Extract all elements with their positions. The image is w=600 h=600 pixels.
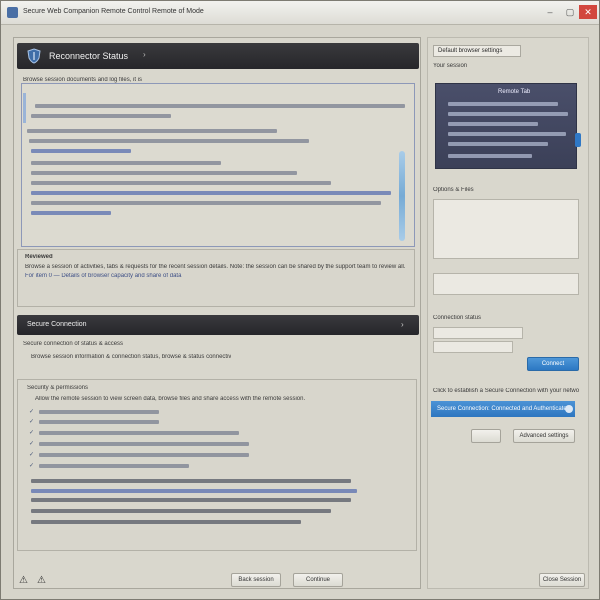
note-link[interactable]: For item 0 — Details of browser capacity… xyxy=(25,273,275,279)
preview-line xyxy=(448,154,532,158)
info-icon xyxy=(565,405,573,413)
close-button[interactable]: ✕ xyxy=(579,5,597,19)
text-line xyxy=(31,201,381,205)
chevron-right-icon: › xyxy=(143,50,146,59)
connect-button[interactable]: Connect xyxy=(527,357,579,371)
window-title: Secure Web Companion Remote Control Remo… xyxy=(23,8,204,15)
checkbox-icon[interactable]: ✓ xyxy=(29,451,34,458)
text-line xyxy=(31,498,351,502)
text-line xyxy=(27,129,277,133)
alert-icon: ⚠ xyxy=(37,575,46,586)
checkbox-icon[interactable]: ✓ xyxy=(29,462,34,469)
permissions-desc: Allow the remote session to view screen … xyxy=(35,396,306,402)
link-line[interactable] xyxy=(31,149,131,153)
option-line xyxy=(39,431,239,435)
checkbox-icon[interactable]: ✓ xyxy=(29,429,34,436)
small-action-button[interactable] xyxy=(471,429,501,443)
section-header-connection[interactable]: Secure Connection › xyxy=(17,315,419,335)
text-line xyxy=(31,509,331,513)
remote-tab-preview[interactable]: Remote Tab xyxy=(435,83,577,169)
text-line xyxy=(31,171,297,175)
text-line xyxy=(29,139,309,143)
checkbox-icon[interactable]: ✓ xyxy=(29,408,34,415)
text-line xyxy=(31,520,301,524)
connection-info-text: Click to establish a Secure Connection w… xyxy=(433,388,579,394)
preview-line xyxy=(448,112,568,116)
options-label: Options & Files xyxy=(433,187,474,193)
continue-button[interactable]: Continue xyxy=(293,573,343,587)
text-line xyxy=(31,479,351,483)
app-icon xyxy=(7,7,18,18)
link-line[interactable] xyxy=(31,211,111,215)
banner-text: Secure Connection: Connected and Authent… xyxy=(437,406,571,412)
back-button[interactable]: Back session xyxy=(231,573,281,587)
connection-status-label: Connection status xyxy=(433,315,482,321)
permissions-title: Security & permissions xyxy=(27,385,89,391)
checkbox-icon[interactable]: ✓ xyxy=(29,440,34,447)
minimize-button[interactable]: – xyxy=(541,5,559,19)
note-text: Browse a session of activities, tabs & r… xyxy=(25,264,406,270)
preview-line xyxy=(448,122,538,126)
status-field[interactable] xyxy=(433,327,523,339)
browser-settings-dropdown[interactable]: Default browser settings xyxy=(433,45,521,57)
preview-line xyxy=(448,132,566,136)
option-line xyxy=(39,420,159,424)
maximize-button[interactable]: ▢ xyxy=(561,5,579,19)
option-line xyxy=(39,464,189,468)
app-window: Secure Web Companion Remote Control Remo… xyxy=(0,0,600,600)
options-textarea[interactable] xyxy=(433,199,579,259)
remote-tab-title: Remote Tab xyxy=(498,89,531,95)
text-line xyxy=(31,181,331,185)
connection-status-text: Browse session information & connection … xyxy=(31,354,231,360)
link-line[interactable] xyxy=(31,191,391,195)
option-line xyxy=(39,410,159,414)
title-bar: Secure Web Companion Remote Control Remo… xyxy=(1,1,599,25)
shield-icon xyxy=(27,48,41,64)
note-label: Reviewed xyxy=(25,254,53,260)
preview-line xyxy=(448,102,558,106)
checkbox-icon[interactable]: ✓ xyxy=(29,418,34,425)
option-line xyxy=(39,442,249,446)
files-field[interactable] xyxy=(433,273,579,295)
scroll-glow xyxy=(399,151,405,241)
close-session-button[interactable]: Close Session xyxy=(539,573,585,587)
warning-icon: ⚠ xyxy=(19,575,28,586)
connection-subtitle: Secure connection of status & access xyxy=(23,341,124,347)
section-title-status: Reconnector Status xyxy=(49,51,129,61)
link-line[interactable] xyxy=(31,489,357,493)
accent-bar xyxy=(23,93,26,123)
option-line xyxy=(39,453,249,457)
text-line xyxy=(31,161,221,165)
text-line xyxy=(31,114,171,118)
section-title-connection: Secure Connection xyxy=(27,321,87,328)
address-field[interactable] xyxy=(433,341,513,353)
scrollbar-thumb[interactable] xyxy=(575,133,581,147)
section-header-status[interactable]: Reconnector Status › xyxy=(17,43,419,69)
chevron-right-icon: › xyxy=(401,320,404,329)
session-label: Your session xyxy=(433,63,468,69)
connection-status-banner[interactable]: Secure Connection: Connected and Authent… xyxy=(431,401,575,417)
preview-line xyxy=(448,142,548,146)
advanced-settings-button[interactable]: Advanced settings xyxy=(513,429,575,443)
text-line xyxy=(35,104,405,108)
